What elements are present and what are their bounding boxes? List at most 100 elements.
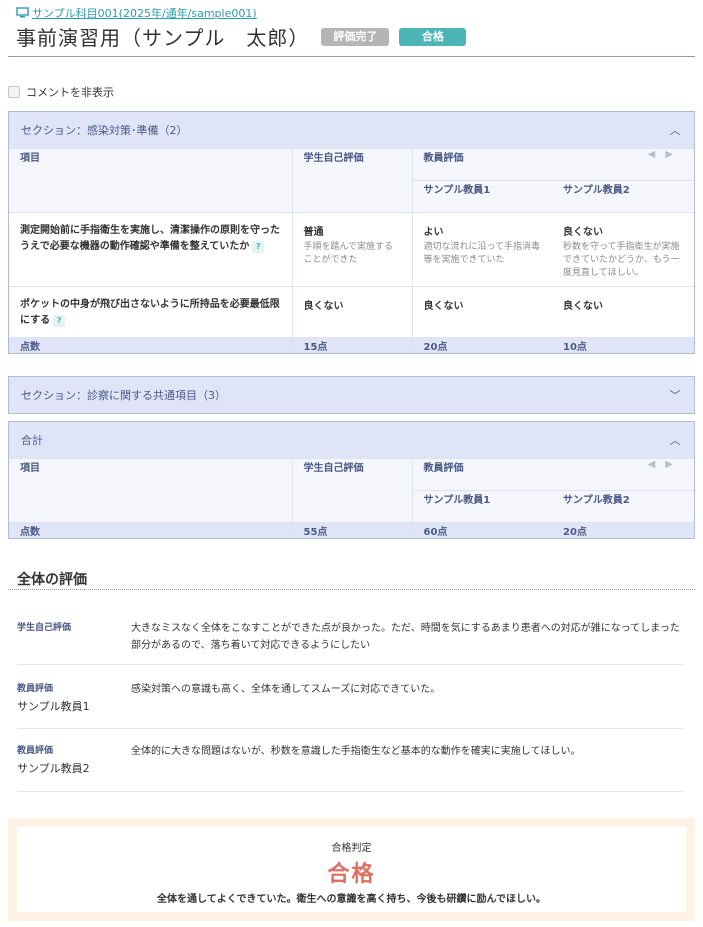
chevron-up-icon[interactable]: ︿ bbox=[668, 432, 682, 448]
self-eval-note: 手順を踏んで実施することができた bbox=[303, 242, 394, 265]
monitor-icon bbox=[16, 7, 29, 18]
result-badge: 合格 bbox=[399, 27, 467, 46]
score-row: 点数 55点 60点 20点 bbox=[9, 522, 694, 538]
verdict-result: 合格 bbox=[327, 862, 376, 887]
pass-verdict-panel: 合格判定 合格 全体を通してよくできていた。衛生への意識を高く持ち、今後も研鑽に… bbox=[8, 818, 695, 921]
item-cell: 測定開始前に手指衛生を実施し、清潔操作の原則を守ったうえで必要な機器の動作確認や… bbox=[9, 212, 292, 287]
self-eval-value: 普通 bbox=[303, 227, 324, 238]
col-header-item: 項目 bbox=[9, 458, 292, 523]
teacher-nav-arrows[interactable]: ◀▶ bbox=[648, 149, 683, 160]
score-teacher2: 10点 bbox=[552, 337, 694, 353]
score-label: 点数 bbox=[9, 337, 292, 353]
section-header[interactable]: セクション：感染対策･準備（2） ︿ bbox=[9, 112, 694, 148]
table-header-row: 項目 学生自己評価 教員評価 ◀▶ bbox=[9, 148, 694, 213]
teacher1-eval-cell: よい 適切な流れに沿って手指消毒等を実施できていた bbox=[411, 212, 552, 287]
score-self: 15点 bbox=[291, 337, 412, 353]
score-label: 点数 bbox=[9, 522, 292, 538]
chevron-left-icon[interactable]: ◀ bbox=[648, 149, 666, 160]
section-header[interactable]: 合計 ︿ bbox=[9, 422, 694, 458]
overall-divider bbox=[8, 589, 695, 590]
self-eval-cell: 良くない bbox=[291, 286, 412, 338]
table-row: ポケットの中身が飛び出さないように所持品を必要最低限にする? 良くない 良くない… bbox=[9, 286, 694, 338]
page-title: 事前演習用（サンプル 太郎） bbox=[16, 26, 310, 50]
col-header-teacher-label: 教員評価 bbox=[423, 153, 464, 164]
chevron-up-icon[interactable]: ︿ bbox=[668, 122, 682, 138]
teacher-nav-arrows[interactable]: ◀▶ bbox=[648, 459, 683, 470]
overall-teacher1-tag: 教員評価 bbox=[17, 684, 54, 694]
title-row: 事前演習用（サンプル 太郎） 評価完了 合格 bbox=[16, 22, 467, 51]
chevron-right-icon[interactable]: ▶ bbox=[665, 149, 683, 160]
teacher1-eval-value: 良くない bbox=[423, 301, 464, 312]
teacher-nav[interactable]: ◀▶ bbox=[552, 458, 694, 491]
overall-self-label: 学生自己評価 bbox=[17, 620, 131, 664]
self-eval-cell: 普通 手順を踏んで実施することができた bbox=[291, 212, 412, 287]
teacher2-eval-value: 良くない bbox=[563, 301, 603, 312]
section-title: セクション：感染対策･準備（2） bbox=[21, 124, 188, 137]
chevron-right-icon[interactable]: ▶ bbox=[665, 459, 683, 470]
col-header-self: 学生自己評価 bbox=[291, 148, 412, 213]
status-badge: 評価完了 bbox=[321, 27, 390, 46]
verdict-comment: 全体を通してよくできていた。衛生への意識を高く持ち、今後も研鑽に励んでほしい。 bbox=[157, 894, 546, 905]
teacher1-header: サンプル教員1 bbox=[411, 490, 552, 523]
teacher2-eval-cell: 良くない bbox=[552, 286, 694, 338]
title-divider bbox=[8, 56, 695, 57]
teacher2-header: サンプル教員2 bbox=[552, 490, 694, 523]
teacher2-eval-note: 秒数を守って手指衛生が実施できていたかどうか、もう一度見直してほしい。 bbox=[563, 242, 680, 278]
item-text: 測定開始前に手指衛生を実施し、清潔操作の原則を守ったうえで必要な機器の動作確認や… bbox=[20, 225, 280, 252]
section-examination-common: セクション：診察に関する共通項目（3） ﹀ bbox=[8, 376, 695, 414]
overall-self-text: 大きなミスなく全体をこなすことができた点が良かった。ただ、時間を気にするあまり患… bbox=[131, 623, 680, 651]
col-header-self: 学生自己評価 bbox=[291, 458, 412, 523]
overall-self-tag: 学生自己評価 bbox=[17, 623, 72, 633]
teacher2-header: サンプル教員2 bbox=[552, 180, 694, 213]
col-header-teacher: 教員評価 bbox=[411, 458, 552, 491]
overall-teacher2-tag: 教員評価 bbox=[17, 746, 54, 756]
col-header-teacher-label: 教員評価 bbox=[423, 463, 464, 474]
section-title: 合計 bbox=[21, 434, 43, 447]
verdict-label: 合格判定 bbox=[331, 843, 372, 854]
overall-teacher1-text: 感染対策への意識も高く、全体を通してスムーズに対応できていた。 bbox=[131, 684, 441, 695]
score-teacher1: 60点 bbox=[411, 522, 552, 538]
breadcrumb[interactable]: サンプル科目001(2025年/通年/sample001) bbox=[16, 5, 257, 21]
col-header-item: 項目 bbox=[9, 148, 292, 213]
pass-verdict-card: 合格判定 合格 全体を通してよくできていた。衛生への意識を高く持ち、今後も研鑽に… bbox=[17, 827, 686, 912]
table-row: 測定開始前に手指衛生を実施し、清潔操作の原則を守ったうえで必要な機器の動作確認や… bbox=[9, 212, 694, 287]
teacher-nav[interactable]: ◀▶ bbox=[552, 148, 694, 181]
score-self: 55点 bbox=[291, 522, 412, 538]
section-infection-control: セクション：感染対策･準備（2） ︿ 項目 学生自己評価 教員評価 ◀▶ サンプ… bbox=[8, 111, 695, 354]
hide-comments-checkbox[interactable] bbox=[8, 86, 20, 98]
hide-comments-label: コメントを非表示 bbox=[26, 86, 114, 99]
overall-teacher2-text: 全体的に大きな問題はないが、秒数を意識した手指衛生など基本的な動作を確実に実施し… bbox=[131, 746, 581, 757]
section-title: セクション：診察に関する共通項目（3） bbox=[21, 389, 226, 402]
hide-comments-toggle[interactable]: コメントを非表示 bbox=[8, 84, 114, 100]
evaluation-table: 項目 学生自己評価 教員評価 ◀▶ サンプル教員1 サンプル教員2 測定開始前に… bbox=[9, 148, 694, 353]
teacher2-eval-value: 良くない bbox=[563, 227, 603, 238]
self-eval-value: 良くない bbox=[303, 301, 344, 312]
col-header-teacher: 教員評価 bbox=[411, 148, 552, 181]
overall-self-row: 学生自己評価 大きなミスなく全体をこなすことができた点が良かった。ただ、時間を気… bbox=[17, 620, 684, 665]
chevron-down-icon[interactable]: ﹀ bbox=[668, 387, 682, 403]
total-table: 項目 学生自己評価 教員評価 ◀▶ サンプル教員1 サンプル教員2 点数 55点… bbox=[9, 458, 694, 538]
section-total: 合計 ︿ 項目 学生自己評価 教員評価 ◀▶ サンプル教員1 サンプル教員2 点… bbox=[8, 421, 695, 539]
chevron-left-icon[interactable]: ◀ bbox=[648, 459, 666, 470]
score-row: 点数 15点 20点 10点 bbox=[9, 337, 694, 353]
teacher1-eval-value: よい bbox=[423, 227, 444, 238]
overall-teacher2-row: 教員評価 サンプル教員2 全体的に大きな問題はないが、秒数を意識した手指衛生など… bbox=[17, 743, 684, 792]
overall-teacher1-row: 教員評価 サンプル教員1 感染対策への意識も高く、全体を通してスムーズに対応でき… bbox=[17, 681, 684, 729]
score-teacher2: 20点 bbox=[552, 522, 694, 538]
teacher1-eval-note: 適切な流れに沿って手指消毒等を実施できていた bbox=[423, 242, 541, 265]
teacher2-eval-cell: 良くない 秒数を守って手指衛生が実施できていたかどうか、もう一度見直してほしい。 bbox=[552, 212, 694, 287]
breadcrumb-link[interactable]: サンプル科目001(2025年/通年/sample001) bbox=[32, 5, 257, 21]
item-cell: ポケットの中身が飛び出さないように所持品を必要最低限にする? bbox=[9, 286, 292, 338]
help-icon[interactable]: ? bbox=[252, 241, 265, 253]
overall-teacher2-label: 教員評価 サンプル教員2 bbox=[17, 743, 131, 791]
overall-teacher1-label: 教員評価 サンプル教員1 bbox=[17, 681, 131, 728]
overall-teacher1-name: サンプル教員1 bbox=[17, 700, 90, 713]
teacher1-header: サンプル教員1 bbox=[411, 180, 552, 213]
section-header[interactable]: セクション：診察に関する共通項目（3） ﹀ bbox=[9, 377, 694, 413]
table-header-row: 項目 学生自己評価 教員評価 ◀▶ bbox=[9, 458, 694, 523]
help-icon[interactable]: ? bbox=[53, 315, 66, 327]
teacher1-eval-cell: 良くない bbox=[411, 286, 552, 338]
overall-teacher2-name: サンプル教員2 bbox=[17, 762, 90, 775]
overall-title: 全体の評価 bbox=[17, 572, 87, 588]
score-teacher1: 20点 bbox=[411, 337, 552, 353]
